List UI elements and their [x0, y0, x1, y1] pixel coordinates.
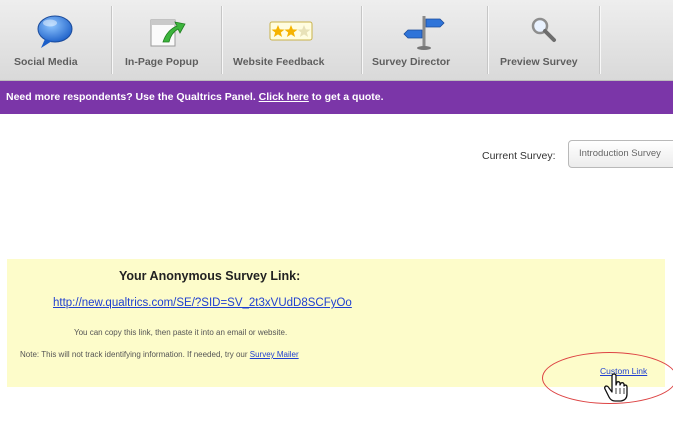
preview-survey-button[interactable]: Preview Survey — [488, 0, 598, 80]
banner-text-after: to get a quote. — [308, 91, 384, 103]
website-feedback-label: Website Feedback — [233, 56, 325, 68]
speech-bubble-icon — [37, 15, 73, 48]
social-media-button[interactable]: Social Media — [0, 0, 110, 80]
toolbar: Social Media In-Page Popup Website Feedb… — [0, 0, 673, 81]
survey-mailer-link[interactable]: Survey Mailer — [250, 350, 299, 359]
toolbar-divider — [599, 6, 600, 74]
stars-icon — [269, 21, 313, 41]
current-survey-select[interactable]: Introduction Survey — [568, 140, 673, 168]
current-survey-label: Current Survey: — [482, 150, 556, 162]
in-page-popup-label: In-Page Popup — [125, 56, 199, 68]
signpost-icon — [403, 16, 445, 50]
preview-survey-label: Preview Survey — [500, 56, 578, 68]
magnifier-icon — [531, 17, 556, 42]
website-feedback-button[interactable]: Website Feedback — [222, 0, 360, 80]
survey-link-title: Your Anonymous Survey Link: — [119, 269, 301, 283]
copy-link-note: You can copy this link, then paste it in… — [74, 328, 288, 337]
banner-text-before: Need more respondents? Use the Qualtrics… — [6, 91, 259, 103]
popup-arrow-icon — [150, 19, 186, 47]
banner-click-here-link[interactable]: Click here — [259, 91, 309, 103]
survey-director-label: Survey Director — [372, 56, 451, 68]
in-page-popup-button[interactable]: In-Page Popup — [112, 0, 220, 80]
anonymous-survey-url-link[interactable]: http://new.qualtrics.com/SE/?SID=SV_2t3x… — [53, 297, 352, 309]
tracking-note-text: Note: This will not track identifying in… — [20, 350, 250, 359]
survey-director-button[interactable]: Survey Director — [362, 0, 486, 80]
panel-promo-banner: Need more respondents? Use the Qualtrics… — [0, 81, 673, 114]
hand-cursor-icon — [604, 373, 628, 402]
tracking-note: Note: This will not track identifying in… — [20, 350, 299, 359]
social-media-label: Social Media — [14, 56, 78, 68]
